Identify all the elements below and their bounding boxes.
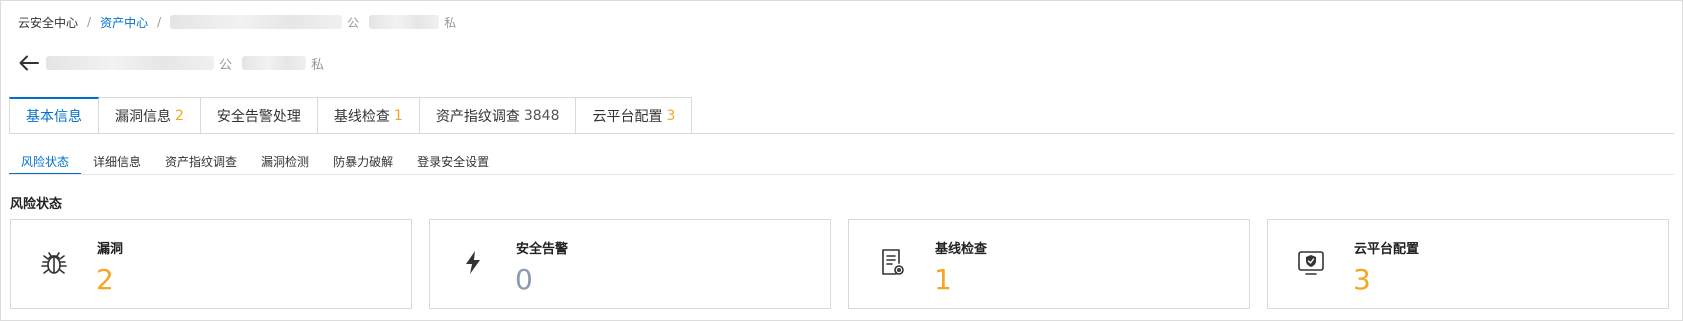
public-ip-suffix: 公 [347,15,360,30]
redacted-asset-name [170,15,343,29]
back-button[interactable] [18,52,40,74]
public-ip-suffix: 公 [219,57,233,73]
tab-cloud-platform-config[interactable]: 云平台配置 3 [576,97,693,133]
tab-count: 3 [666,107,676,124]
breadcrumb-root[interactable]: 云安全中心 [18,14,78,31]
tab-count: 1 [393,107,403,124]
tab-label: 基本信息 [26,109,82,125]
tab-label: 漏洞信息 [115,108,171,125]
subtab-risk-status[interactable]: 风险状态 [9,151,82,175]
tab-vulnerability-info[interactable]: 漏洞信息 2 [99,97,201,133]
breadcrumb-separator: / [87,15,92,29]
redacted-private-ip [242,56,307,70]
card-value: 1 [934,263,952,296]
section-title: 风险状态 [10,197,63,212]
card-value: 2 [96,263,114,296]
tab-baseline-check[interactable]: 基线检查 1 [317,97,420,133]
checklist-icon [882,249,904,275]
breadcrumb-separator: / [157,15,162,29]
subtab-login-security[interactable]: 登录安全设置 [405,151,501,173]
card-label: 云平台配置 [1354,242,1420,257]
subtab-details[interactable]: 详细信息 [81,151,153,173]
tab-label: 基线检查 [333,108,390,125]
card-vulnerability[interactable]: 漏洞 2 [10,219,412,309]
tab-label: 云平台配置 [592,108,663,125]
card-value: 3 [1353,263,1371,296]
sub-tabs: 风险状态 详细信息 资产指纹调查 漏洞检测 防暴力破解 登录安全设置 [9,151,501,175]
card-baseline-check[interactable]: 基线检查 1 [848,219,1250,309]
lightning-icon [466,251,480,274]
card-value: 0 [515,263,533,296]
card-security-alert[interactable]: 安全告警 0 [429,219,831,309]
tab-asset-fingerprint[interactable]: 资产指纹调查 3848 [419,97,577,133]
card-cloud-platform-config[interactable]: 云平台配置 3 [1267,219,1669,309]
subtab-brute-force[interactable]: 防暴力破解 [321,151,405,173]
tab-basic-info[interactable]: 基本信息 [9,97,99,133]
page-title: 公 私 [18,51,334,75]
shield-monitor-icon [1298,251,1324,275]
breadcrumb-asset-center[interactable]: 资产中心 [100,14,148,31]
redacted-asset-name [46,56,214,70]
card-label: 漏洞 [97,242,124,257]
subtab-vuln-detection[interactable]: 漏洞检测 [249,151,321,173]
main-tabs: 基本信息 漏洞信息 2 安全告警处理 基线检查 1 资产指纹调查 3848 云平… [9,97,693,133]
page-frame: 云安全中心 / 资产中心 / 公 私 公 私 基本信息 漏洞信息 2 安全告警处… [0,0,1683,321]
tab-label: 资产指纹调查 [435,108,520,125]
redacted-private-ip [369,15,440,29]
tab-label: 安全告警处理 [216,108,301,125]
tab-count: 3848 [523,107,560,124]
card-label: 基线检查 [935,242,988,257]
tab-count: 2 [175,107,184,124]
breadcrumb: 云安全中心 / 资产中心 / 公 私 [18,13,466,31]
arrow-left-icon [19,55,39,71]
tab-security-alerts[interactable]: 安全告警处理 [200,97,318,133]
subtabs-divider [9,174,1674,175]
subtab-asset-fingerprint[interactable]: 资产指纹调查 [153,151,249,173]
risk-cards: 漏洞 2 安全告警 0 基线检查 1 云平台配置 3 [10,219,1669,309]
bug-icon [41,252,67,274]
private-ip-suffix: 私 [444,15,457,30]
card-label: 安全告警 [516,242,569,257]
private-ip-suffix: 私 [311,57,325,73]
tabs-divider [9,133,1674,134]
